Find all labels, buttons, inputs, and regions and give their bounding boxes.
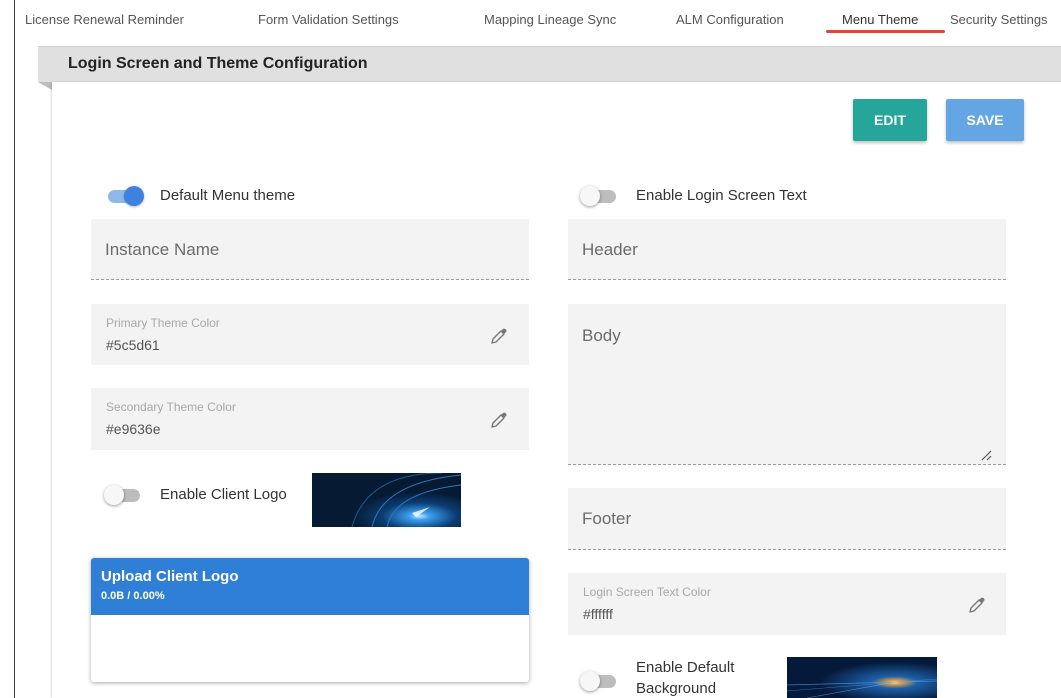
upload-progress-text: 0.0B / 0.00% <box>101 590 165 602</box>
panel-fold-decoration <box>38 82 52 90</box>
default-background-toggle[interactable] <box>580 671 616 691</box>
default-menu-theme-toggle[interactable] <box>106 186 144 206</box>
login-screen-text-color-field[interactable]: Login Screen Text Color #ffffff <box>568 573 1006 635</box>
edit-button[interactable]: EDIT <box>853 99 927 141</box>
primary-theme-color-field[interactable]: Primary Theme Color #5c5d61 <box>91 304 529 365</box>
client-logo-preview-image <box>312 473 461 527</box>
footer-input[interactable]: Footer <box>568 488 1006 550</box>
upload-client-logo-button[interactable]: Upload Client Logo 0.0B / 0.00% <box>91 558 529 615</box>
default-background-label-line2: Background <box>636 680 717 697</box>
eyedropper-icon[interactable] <box>489 326 509 346</box>
toggle-knob <box>580 186 600 206</box>
instance-name-input[interactable]: Instance Name <box>91 219 529 280</box>
default-background-preview-image <box>787 657 937 698</box>
client-logo-toggle[interactable] <box>104 485 140 505</box>
tab-mapping-lineage-sync[interactable]: Mapping Lineage Sync <box>484 12 616 27</box>
login-screen-text-color-value: #ffffff <box>583 606 613 622</box>
login-screen-text-label: Enable Login Screen Text <box>636 187 807 204</box>
footer-placeholder: Footer <box>582 509 632 528</box>
active-tab-indicator <box>826 30 945 33</box>
tab-menu-theme[interactable]: Menu Theme <box>842 12 918 27</box>
panel-title: Login Screen and Theme Configuration <box>68 55 368 72</box>
toggle-knob <box>104 485 124 505</box>
tab-security-settings[interactable]: Security Settings <box>950 12 1048 27</box>
tab-alm-configuration[interactable]: ALM Configuration <box>676 12 784 27</box>
resize-handle-icon[interactable] <box>980 449 992 461</box>
header-input[interactable]: Header <box>568 219 1006 280</box>
window-border <box>14 0 15 698</box>
panel-header: Login Screen and Theme Configuration <box>38 46 1061 82</box>
eyedropper-icon[interactable] <box>489 410 509 430</box>
secondary-theme-color-value: #e9636e <box>106 421 161 437</box>
client-logo-label: Enable Client Logo <box>160 486 287 503</box>
secondary-theme-color-label: Secondary Theme Color <box>106 400 236 414</box>
default-background-label-line1: Enable Default <box>636 659 735 676</box>
save-button[interactable]: SAVE <box>946 99 1024 141</box>
eyedropper-icon[interactable] <box>967 595 987 615</box>
primary-theme-color-value: #5c5d61 <box>106 337 160 353</box>
tab-license-renewal-reminder[interactable]: License Renewal Reminder <box>25 12 184 27</box>
toggle-knob <box>580 671 600 691</box>
settings-tabs: License Renewal Reminder Form Validation… <box>0 0 1061 34</box>
tab-form-validation-settings[interactable]: Form Validation Settings <box>258 12 399 27</box>
body-placeholder: Body <box>582 326 621 345</box>
primary-theme-color-label: Primary Theme Color <box>106 316 220 330</box>
header-placeholder: Header <box>582 240 638 259</box>
login-screen-text-toggle[interactable] <box>580 186 616 206</box>
upload-client-logo-card: Upload Client Logo 0.0B / 0.00% <box>91 558 529 682</box>
upload-client-logo-title: Upload Client Logo <box>101 568 239 585</box>
login-screen-text-color-label: Login Screen Text Color <box>583 585 711 599</box>
default-menu-theme-label: Default Menu theme <box>160 187 296 204</box>
instance-name-placeholder: Instance Name <box>105 240 220 259</box>
body-textarea[interactable]: Body <box>568 304 1006 465</box>
toggle-knob <box>124 186 144 206</box>
secondary-theme-color-field[interactable]: Secondary Theme Color #e9636e <box>91 388 529 450</box>
